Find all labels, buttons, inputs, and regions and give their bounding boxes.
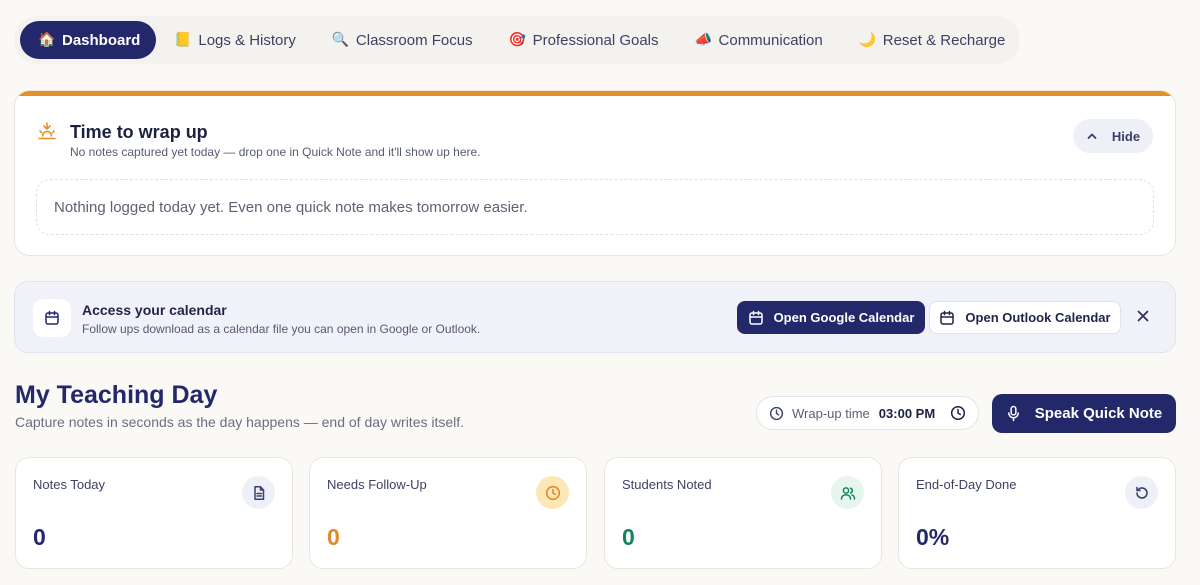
outlook-calendar-label: Open Outlook Calendar <box>965 310 1111 325</box>
stat-label: Students Noted <box>622 477 712 492</box>
page-subtitle: Capture notes in seconds as the day happ… <box>15 414 465 430</box>
users-icon <box>831 476 864 509</box>
clock-icon[interactable] <box>950 405 966 421</box>
document-icon <box>242 476 275 509</box>
stat-value: 0 <box>327 524 340 550</box>
calendar-icon-box <box>33 299 71 337</box>
wrapup-time-picker[interactable]: Wrap-up time 03:00 PM <box>756 396 979 430</box>
wrapup-card: Time to wrap up No notes captured yet to… <box>14 90 1176 256</box>
nav-tab-label: Dashboard <box>62 31 141 49</box>
main-nav: 🏠 Dashboard 📒 Logs & History 🔍 Classroom… <box>14 16 1020 64</box>
open-google-calendar-button[interactable]: Open Google Calendar <box>737 301 925 334</box>
clock-icon <box>536 476 569 509</box>
stat-card-students-noted: Students Noted 0 <box>604 457 882 569</box>
stat-value: 0 <box>622 524 635 550</box>
calendar-icon <box>940 310 955 325</box>
clock-icon <box>769 406 784 420</box>
speak-quick-note-label: Speak Quick Note <box>1034 405 1163 422</box>
calendar-icon <box>748 310 763 325</box>
calendar-icon <box>45 310 59 325</box>
nav-tab-reset-recharge[interactable]: 🌙 Reset & Recharge <box>841 21 1024 59</box>
refresh-icon <box>1125 476 1158 509</box>
home-icon: 🏠 <box>38 32 56 48</box>
calendar-subtitle: Follow ups download as a calendar file y… <box>82 322 481 336</box>
wrapup-time-value[interactable]: 03:00 PM <box>879 406 935 421</box>
moon-icon: 🌙 <box>858 32 877 48</box>
nav-tab-label: Reset & Recharge <box>882 31 1006 49</box>
empty-notes-message: Nothing logged today yet. Even one quick… <box>36 179 1154 235</box>
stat-label: End-of-Day Done <box>916 477 1017 492</box>
nav-tab-label: Logs & History <box>198 31 296 49</box>
hide-label: Hide <box>1111 128 1141 144</box>
calendar-title: Access your calendar <box>82 302 227 318</box>
stat-card-notes-today: Notes Today 0 <box>15 457 293 569</box>
nav-tab-professional-goals[interactable]: 🎯 Professional Goals <box>491 21 677 59</box>
nav-tab-dashboard[interactable]: 🏠 Dashboard <box>20 21 157 59</box>
stat-card-needs-follow-up: Needs Follow-Up 0 <box>309 457 587 569</box>
nav-tab-classroom-focus[interactable]: 🔍 Classroom Focus <box>314 21 491 59</box>
stat-label: Needs Follow-Up <box>327 477 427 492</box>
wrapup-accent-bar <box>15 91 1175 96</box>
notebook-icon: 📒 <box>174 32 192 48</box>
wrapup-time-label: Wrap-up time <box>792 405 870 421</box>
magnifier-icon: 🔍 <box>331 32 350 48</box>
target-icon: 🎯 <box>508 32 527 48</box>
nav-tab-label: Communication <box>718 31 823 49</box>
wrapup-title: Time to wrap up <box>70 122 208 142</box>
stat-card-end-of-day-done: End-of-Day Done 0% <box>898 457 1176 569</box>
sunset-icon <box>38 122 56 140</box>
nav-tab-communication[interactable]: 📣 Communication <box>677 21 841 59</box>
megaphone-icon: 📣 <box>694 32 712 48</box>
chevron-up-icon <box>1087 133 1097 139</box>
wrapup-subtitle: No notes captured yet today — drop one i… <box>70 145 481 159</box>
empty-notes-text: Nothing logged today yet. Even one quick… <box>54 198 528 216</box>
hide-button[interactable]: Hide <box>1073 119 1153 153</box>
close-icon[interactable] <box>1135 308 1151 324</box>
calendar-banner: Access your calendar Follow ups download… <box>14 281 1176 353</box>
microphone-icon <box>1007 405 1019 422</box>
nav-tab-label: Professional Goals <box>532 31 659 49</box>
nav-tab-label: Classroom Focus <box>355 31 473 49</box>
google-calendar-label: Open Google Calendar <box>773 310 915 325</box>
stat-value: 0% <box>916 524 950 550</box>
stat-value: 0 <box>33 524 46 550</box>
page-title: My Teaching Day <box>15 381 218 409</box>
speak-quick-note-button[interactable]: Speak Quick Note <box>992 394 1176 433</box>
open-outlook-calendar-button[interactable]: Open Outlook Calendar <box>929 301 1121 334</box>
stat-label: Notes Today <box>33 477 106 492</box>
nav-tab-logs-history[interactable]: 📒 Logs & History <box>156 21 314 59</box>
